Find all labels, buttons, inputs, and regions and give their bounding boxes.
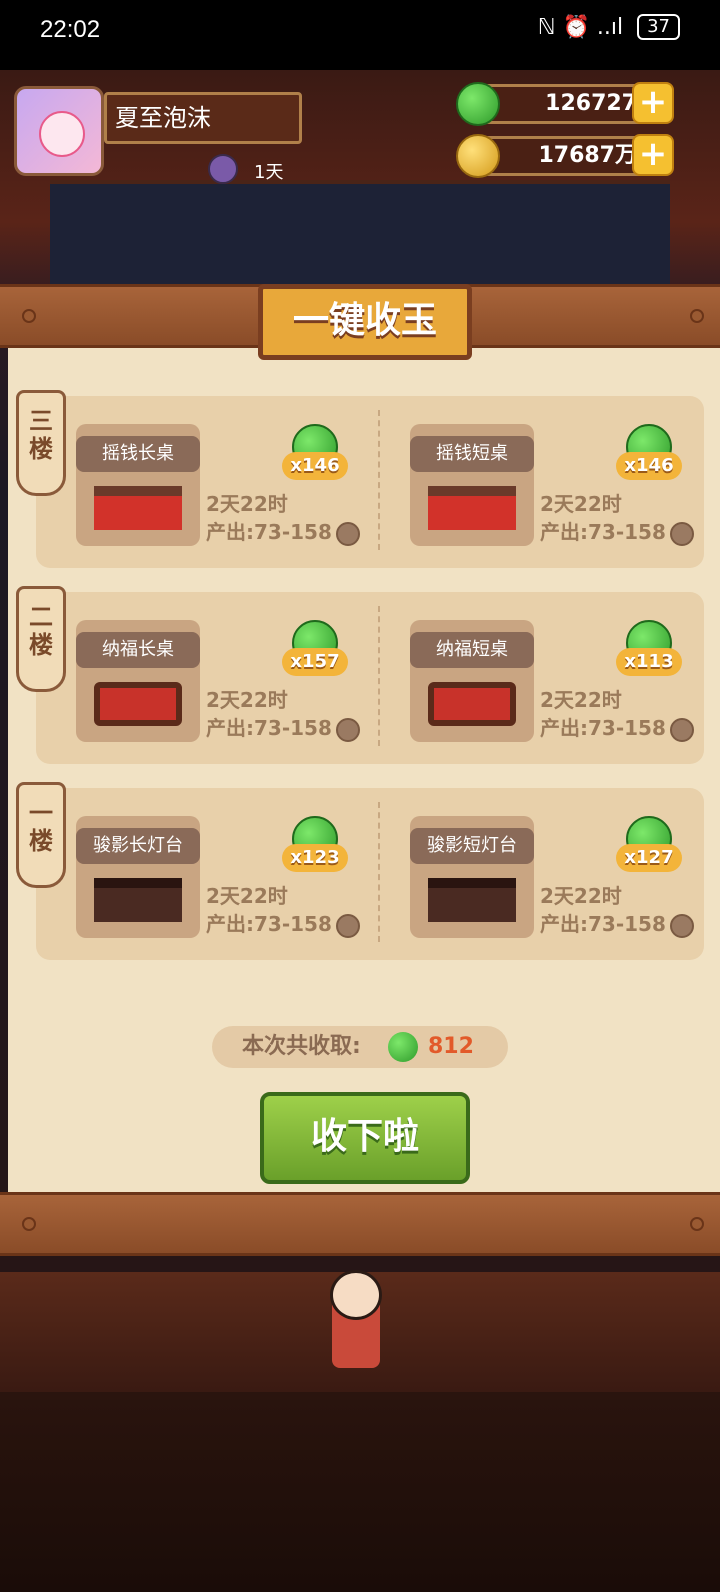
collect-button[interactable]: 收下啦	[260, 1092, 470, 1184]
furniture-image	[94, 682, 182, 726]
furniture-name: 纳福长桌	[76, 632, 200, 668]
nail-icon	[22, 1217, 36, 1231]
coin-icon	[670, 914, 694, 938]
floor-tag: 二楼	[16, 586, 66, 692]
bottom-wood-rail	[0, 1192, 720, 1256]
jade-reward-badge: x113	[616, 620, 682, 680]
output-range: 产出:73-158	[206, 520, 332, 544]
total-collected: 本次共收取: 812	[212, 1026, 508, 1068]
avatar-face-icon	[39, 111, 85, 157]
signal-icons: ℕ ⏰ ..ıl	[537, 14, 624, 40]
buff-icon[interactable]	[208, 154, 238, 184]
jade-icon	[456, 82, 500, 126]
total-value: 812	[428, 1034, 474, 1059]
coin-icon	[670, 522, 694, 546]
furniture-image	[428, 486, 516, 530]
jade-reward-badge: x127	[616, 816, 682, 876]
furniture-name: 纳福短桌	[410, 632, 534, 668]
furniture-image	[94, 878, 182, 922]
remaining-time: 2天22时	[206, 884, 288, 908]
divider	[378, 606, 380, 746]
add-coin-button[interactable]: +	[632, 134, 674, 176]
remaining-time: 2天22时	[206, 688, 288, 712]
furniture-card[interactable]: 纳福短桌	[410, 620, 534, 742]
nail-icon	[690, 309, 704, 323]
footer-area	[0, 1392, 720, 1592]
divider	[378, 410, 380, 550]
furniture-name: 骏影长灯台	[76, 828, 200, 864]
floor-tag: 三楼	[16, 390, 66, 496]
furniture-card[interactable]: 摇钱短桌	[410, 424, 534, 546]
jade-reward-badge: x146	[282, 424, 348, 484]
remaining-time: 2天22时	[206, 492, 288, 516]
coin-icon	[456, 134, 500, 178]
furniture-name: 摇钱长桌	[76, 436, 200, 472]
output-range: 产出:73-158	[540, 520, 666, 544]
add-jade-button[interactable]: +	[632, 82, 674, 124]
reward-count: x127	[616, 844, 682, 872]
furniture-image	[428, 682, 516, 726]
jade-reward-badge: x123	[282, 816, 348, 876]
coin-amount: 17687万	[538, 143, 637, 168]
floor-tag: 一楼	[16, 782, 66, 888]
furniture-image	[428, 878, 516, 922]
nail-icon	[690, 1217, 704, 1231]
coin-icon	[670, 718, 694, 742]
coin-icon	[336, 522, 360, 546]
remaining-time: 2天22时	[540, 492, 622, 516]
remaining-time: 2天22时	[540, 884, 622, 908]
shopkeeper-head	[330, 1270, 382, 1320]
dialog-title: 一键收玉	[258, 284, 472, 360]
jade-amount: 126727	[545, 91, 637, 116]
furniture-card[interactable]: 纳福长桌	[76, 620, 200, 742]
furniture-name: 骏影短灯台	[410, 828, 534, 864]
output-range: 产出:73-158	[540, 912, 666, 936]
jade-reward-badge: x146	[616, 424, 682, 484]
status-icons: ℕ ⏰ ..ıl 37	[538, 14, 680, 40]
reward-count: x123	[282, 844, 348, 872]
status-bar: 22:02 ℕ ⏰ ..ıl 37	[0, 0, 720, 70]
player-avatar[interactable]	[14, 86, 104, 176]
furniture-image	[94, 486, 182, 530]
reward-count: x146	[616, 452, 682, 480]
output-range: 产出:73-158	[206, 716, 332, 740]
battery-icon: 37	[637, 14, 680, 40]
reward-count: x157	[282, 648, 348, 676]
output-range: 产出:73-158	[540, 716, 666, 740]
furniture-card[interactable]: 摇钱长桌	[76, 424, 200, 546]
divider	[378, 802, 380, 942]
coin-icon	[336, 914, 360, 938]
total-label: 本次共收取:	[242, 1034, 361, 1059]
nail-icon	[22, 309, 36, 323]
furniture-card[interactable]: 骏影短灯台	[410, 816, 534, 938]
output-range: 产出:73-158	[206, 912, 332, 936]
reward-count: x146	[282, 452, 348, 480]
reward-count: x113	[616, 648, 682, 676]
coin-icon	[336, 718, 360, 742]
remaining-time: 2天22时	[540, 688, 622, 712]
furniture-card[interactable]: 骏影长灯台	[76, 816, 200, 938]
jade-reward-badge: x157	[282, 620, 348, 680]
furniture-name: 摇钱短桌	[410, 436, 534, 472]
jade-icon	[388, 1032, 418, 1062]
status-time: 22:02	[40, 16, 101, 43]
player-name: 夏至泡沫	[104, 92, 302, 144]
buff-days: 1天	[254, 162, 284, 183]
